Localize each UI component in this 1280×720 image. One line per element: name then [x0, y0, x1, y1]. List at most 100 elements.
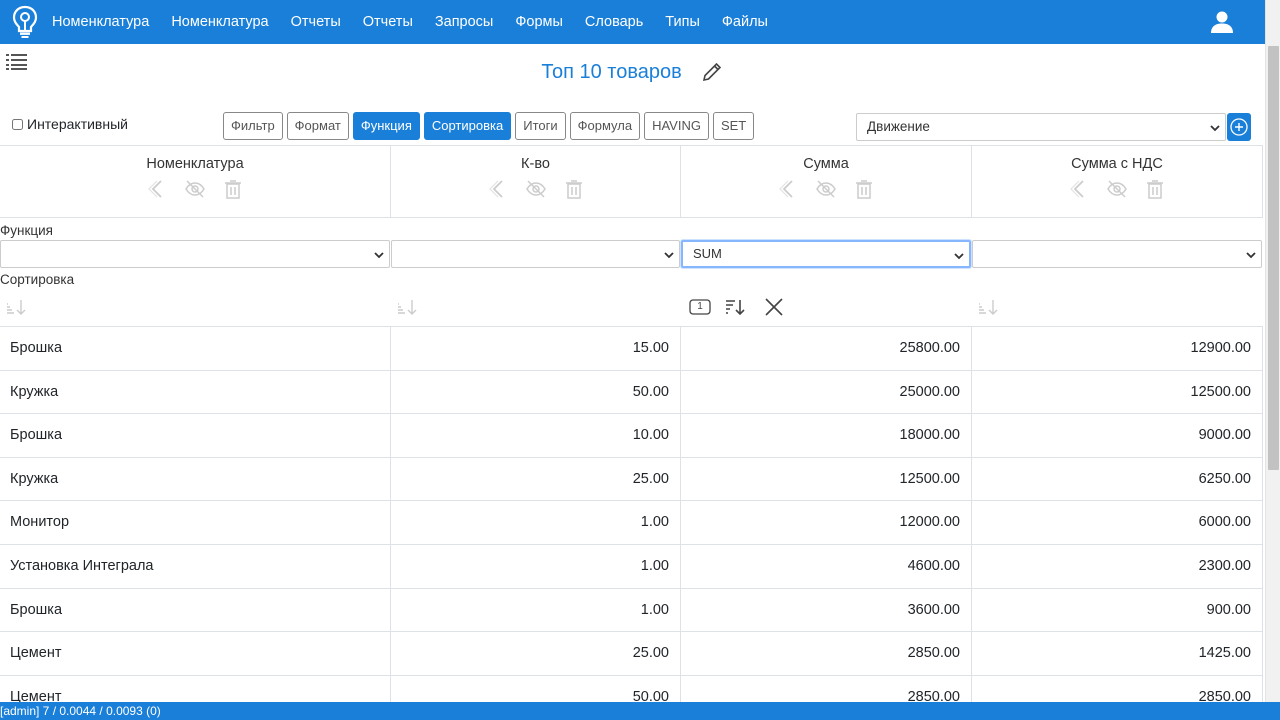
nav-item-7[interactable]: Типы — [665, 14, 700, 30]
chevron-left-double-icon[interactable] — [146, 178, 168, 203]
toolbar-button-2[interactable]: Функция — [352, 112, 420, 140]
column-header-2: Сумма — [681, 146, 972, 218]
nav-item-8[interactable]: Файлы — [722, 14, 768, 30]
nav-item-0[interactable]: Номенклатура — [52, 14, 149, 30]
interactive-checkbox-label[interactable]: Интерактивный — [12, 116, 128, 132]
interactive-label: Интерактивный — [27, 116, 128, 132]
sort-ascending-icon[interactable] — [976, 298, 1002, 316]
table-cell: 4600.00 — [681, 545, 972, 588]
nav-item-4[interactable]: Запросы — [435, 14, 493, 30]
title-area: Топ 10 товаров — [0, 60, 1265, 84]
table-cell: 6000.00 — [972, 501, 1263, 545]
table-cell: 12500.00 — [681, 457, 972, 501]
nav-item-3[interactable]: Отчеты — [363, 14, 413, 30]
table-cell: 1.00 — [391, 545, 681, 588]
column-header-label[interactable]: Сумма с НДС — [972, 156, 1262, 172]
column-header-0: Номенклатура — [0, 146, 391, 218]
toolbar-button-6[interactable]: HAVING — [644, 112, 709, 140]
chevron-left-double-icon[interactable] — [1068, 178, 1090, 203]
interactive-checkbox[interactable] — [12, 118, 23, 130]
table-row[interactable]: Брошка 15.00 25800.00 12900.00 — [0, 326, 1263, 370]
trash-icon[interactable] — [853, 178, 875, 203]
column-header-label[interactable]: Номенклатура — [0, 156, 390, 172]
table-cell: Брошка — [0, 588, 391, 632]
toolbar-button-0[interactable]: Фильтр — [223, 112, 283, 140]
chevron-down-icon — [1246, 252, 1256, 259]
chevron-down-icon — [1210, 125, 1220, 132]
column-header-row: Номенклатура К-во Сумма Сумма с НДС — [0, 145, 1263, 218]
eye-off-icon[interactable] — [1106, 178, 1128, 203]
table-row[interactable]: Брошка 1.00 3600.00 900.00 — [0, 587, 1263, 632]
column-header-3: Сумма с НДС — [972, 146, 1263, 218]
toolbar-button-3[interactable]: Сортировка — [423, 112, 512, 140]
table-select-value: Движение — [867, 119, 930, 134]
table-cell: 25000.00 — [681, 370, 972, 414]
table-cell: 2850.00 — [681, 632, 972, 676]
toolbar-button-1[interactable]: Формат — [286, 112, 349, 140]
table-select[interactable]: Движение — [856, 113, 1226, 141]
table-cell: 9000.00 — [972, 414, 1263, 458]
sort-section-label: Сортировка — [0, 272, 75, 287]
eye-off-icon[interactable] — [815, 178, 837, 203]
table-cell: Кружка — [0, 370, 391, 414]
sort-order-number: 1 — [697, 301, 703, 312]
table-cell: 1.00 — [391, 501, 681, 545]
scrollbar-thumb[interactable] — [1268, 46, 1279, 470]
nav-item-6[interactable]: Словарь — [585, 14, 643, 30]
function-select-2[interactable]: SUM — [681, 240, 971, 268]
page-scrollbar[interactable] — [1265, 0, 1280, 702]
user-icon[interactable] — [1209, 9, 1235, 35]
close-icon[interactable] — [763, 298, 785, 316]
table-cell: Цемент — [0, 632, 391, 676]
sort-order-badge-icon[interactable]: 1 — [689, 298, 711, 316]
pencil-edit-icon[interactable] — [700, 60, 724, 84]
table-row[interactable]: Кружка 25.00 12500.00 6250.00 — [0, 456, 1263, 501]
function-select-3[interactable] — [972, 240, 1262, 268]
table-cell: 1.00 — [391, 588, 681, 632]
eye-off-icon[interactable] — [525, 178, 547, 203]
trash-icon[interactable] — [563, 178, 585, 203]
eye-off-icon[interactable] — [184, 178, 206, 203]
toolbar-button-4[interactable]: Итоги — [515, 112, 566, 140]
table-row[interactable]: Монитор 1.00 12000.00 6000.00 — [0, 500, 1263, 545]
table-row[interactable]: Брошка 10.00 18000.00 9000.00 — [0, 413, 1263, 458]
lightbulb-logo-icon[interactable] — [12, 5, 38, 39]
sort-ascending-icon[interactable] — [4, 298, 30, 316]
table-cell: 25.00 — [391, 457, 681, 501]
table-cell: Монитор — [0, 501, 391, 545]
top-navbar: Номенклатура Номенклатура Отчеты Отчеты Запр… — [0, 0, 1265, 44]
nav-item-5[interactable]: Формы — [515, 14, 563, 30]
column-header-label[interactable]: К-во — [391, 156, 680, 172]
table-cell: 12500.00 — [972, 370, 1263, 414]
add-circle-button[interactable] — [1227, 113, 1251, 141]
toolbar-button-5[interactable]: Формула — [569, 112, 641, 140]
table-row[interactable]: Установка Интеграла 1.00 4600.00 2300.00 — [0, 544, 1263, 588]
chevron-left-double-icon[interactable] — [777, 178, 799, 203]
sort-ascending-icon[interactable] — [395, 298, 421, 316]
function-section-label: Функция — [0, 223, 53, 238]
column-header-label[interactable]: Сумма — [681, 156, 971, 172]
table-cell: 3600.00 — [681, 588, 972, 632]
chevron-down-icon — [954, 253, 964, 260]
chevron-left-double-icon[interactable] — [487, 178, 509, 203]
table-row[interactable]: Цемент 25.00 2850.00 1425.00 — [0, 631, 1263, 676]
table-cell: 15.00 — [391, 327, 681, 370]
toolbar-button-7[interactable]: SET — [712, 112, 755, 140]
table-cell: Брошка — [0, 327, 391, 370]
table-row[interactable]: Кружка 50.00 25000.00 12500.00 — [0, 369, 1263, 414]
function-select-1[interactable] — [391, 240, 680, 268]
table-cell: 1425.00 — [972, 632, 1263, 676]
nav-item-2[interactable]: Отчеты — [291, 14, 341, 30]
table-cell: 25800.00 — [681, 327, 972, 370]
table-cell: 900.00 — [972, 588, 1263, 632]
table-cell: Брошка — [0, 414, 391, 458]
function-select-0[interactable] — [0, 240, 390, 268]
table-cell: Кружка — [0, 457, 391, 501]
trash-icon[interactable] — [222, 178, 244, 203]
trash-icon[interactable] — [1144, 178, 1166, 203]
page-title: Топ 10 товаров — [541, 60, 682, 83]
sort-descending-icon[interactable] — [723, 298, 749, 316]
table-cell: 10.00 — [391, 414, 681, 458]
nav-item-1[interactable]: Номенклатура — [171, 14, 268, 30]
table-cell: 18000.00 — [681, 414, 972, 458]
